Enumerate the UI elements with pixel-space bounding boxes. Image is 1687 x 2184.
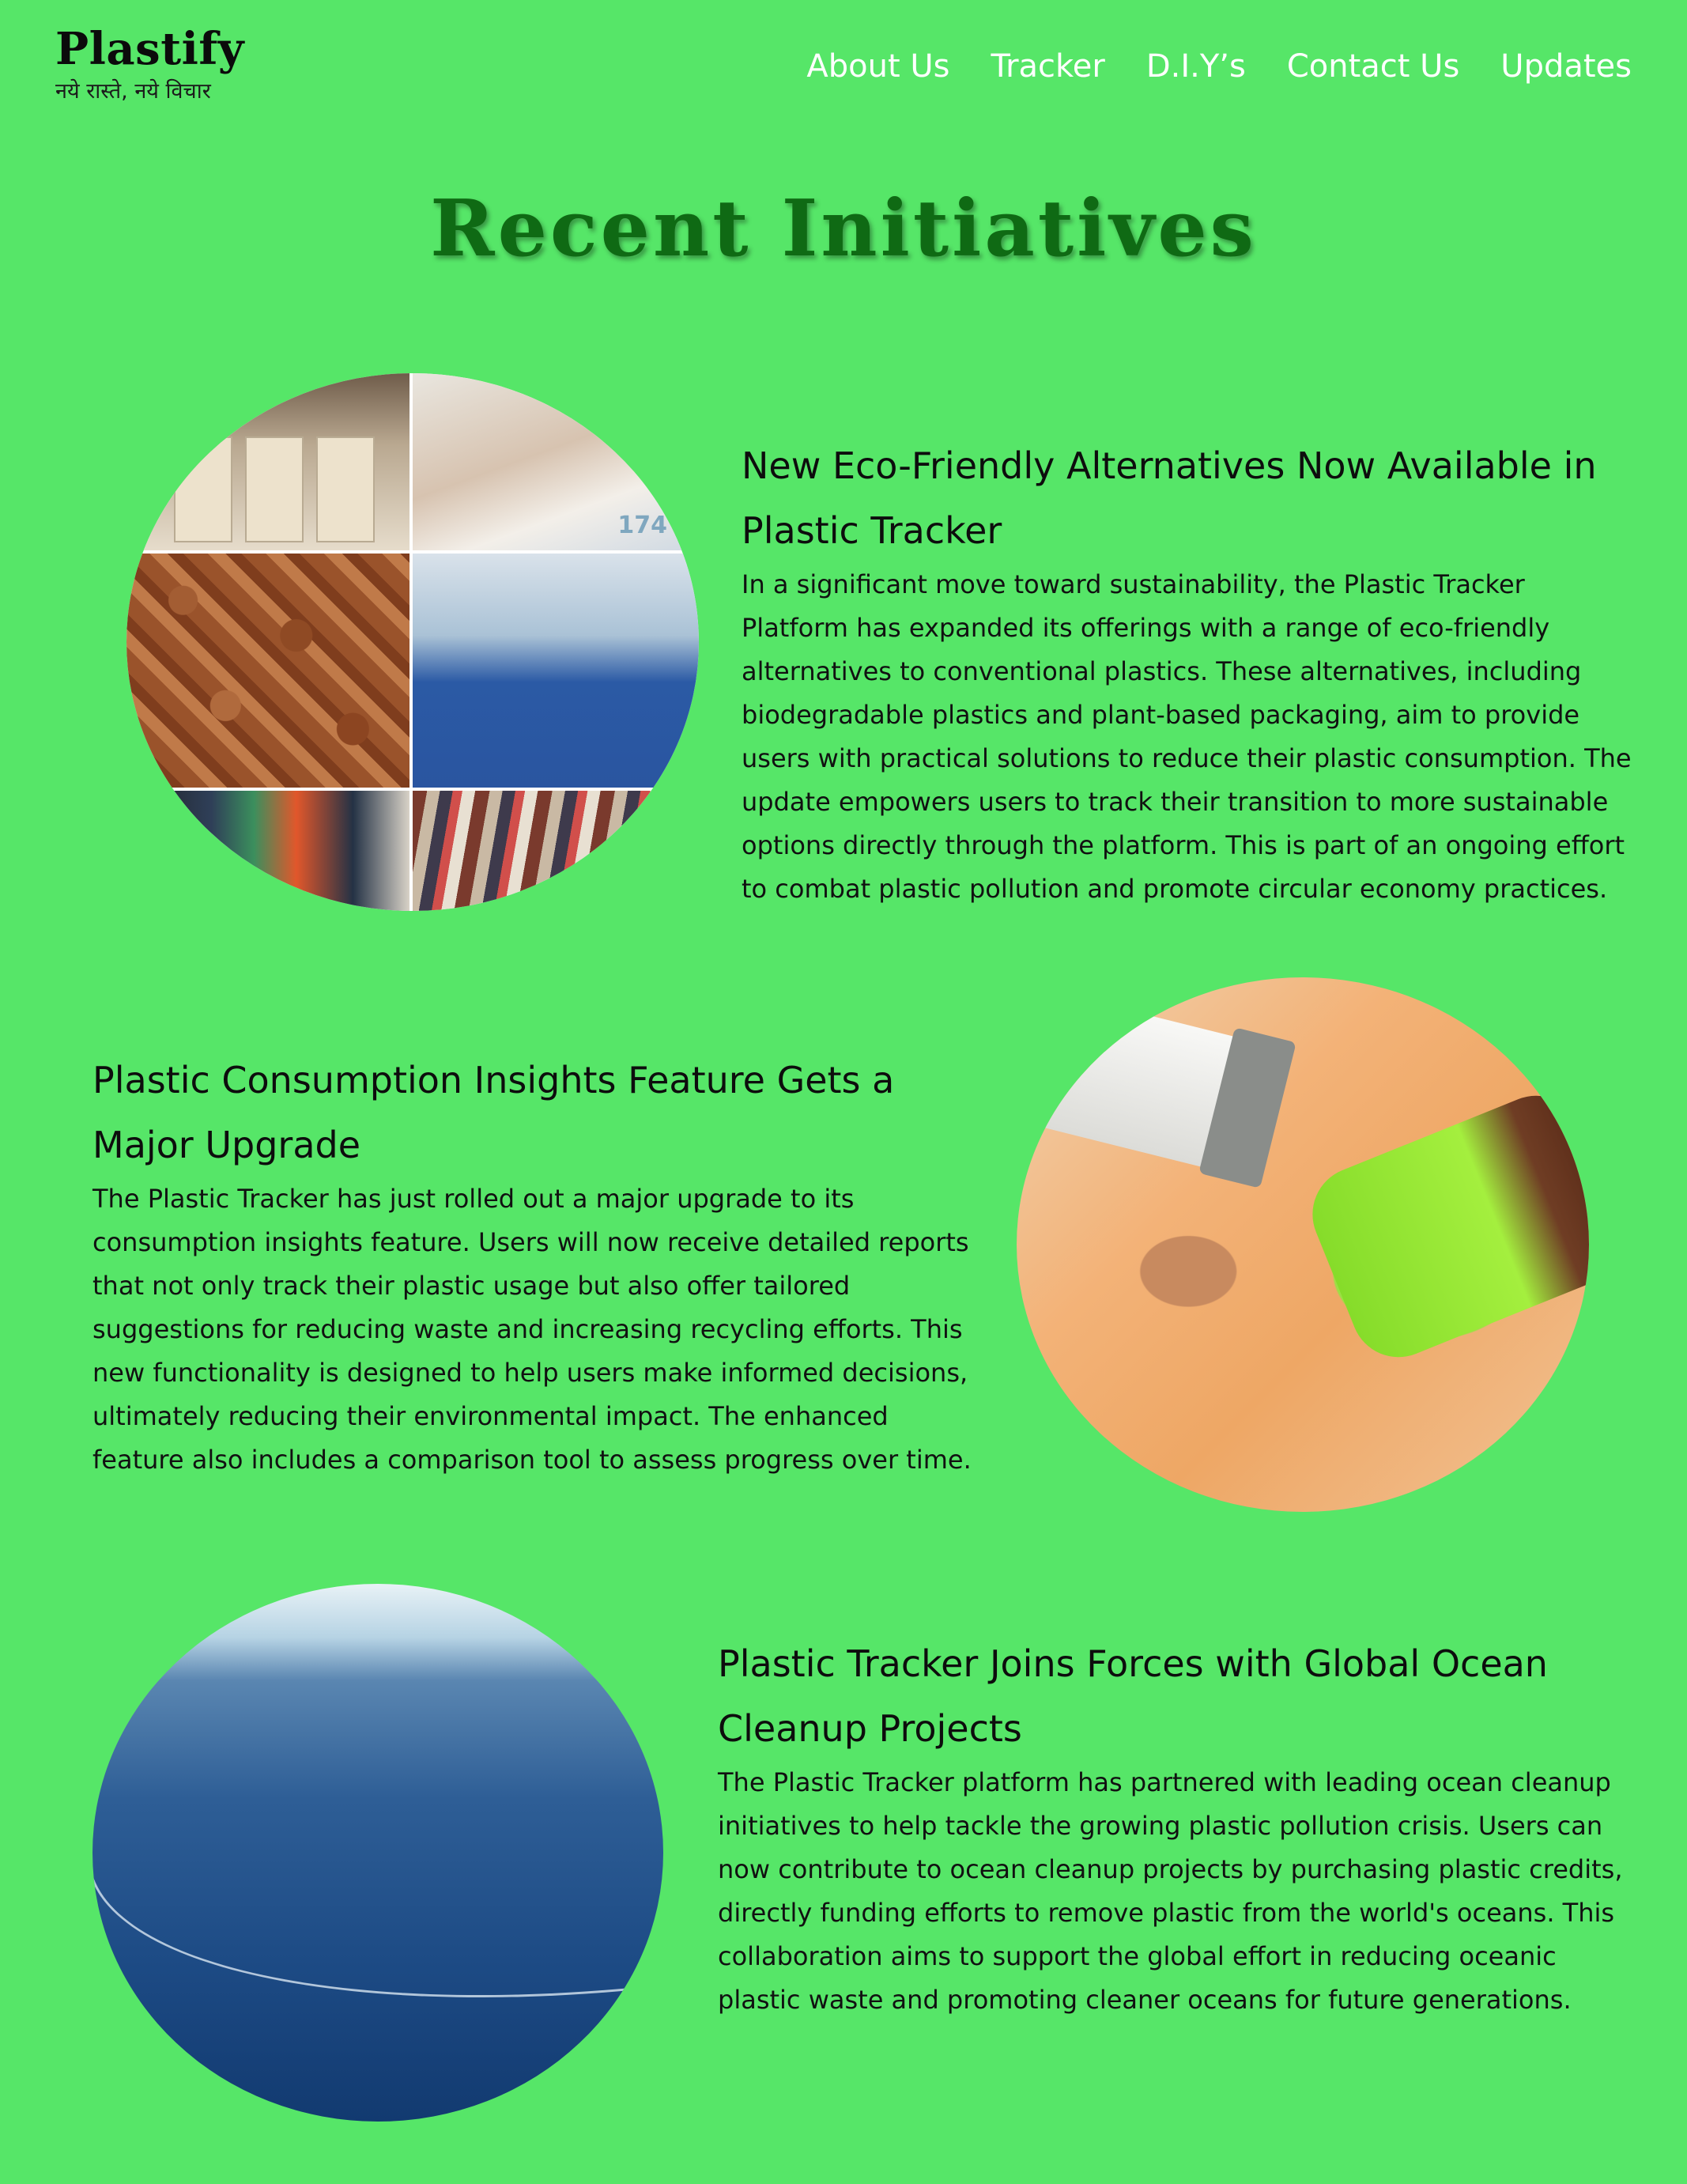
brand-logo[interactable]: Plastify bbox=[55, 21, 244, 77]
nav-item-diys[interactable]: D.I.Y’s bbox=[1146, 41, 1246, 92]
article-title[interactable]: New Eco-Friendly Alternatives Now Availa… bbox=[742, 433, 1638, 563]
baby-diaper-photo: 174 bbox=[413, 373, 699, 550]
brand-tagline: नये रास्ते, नये विचार bbox=[55, 79, 211, 104]
bottle-shape bbox=[1298, 1081, 1589, 1372]
page-title: Recent Initiatives bbox=[430, 183, 1257, 274]
store-shelf-photo bbox=[126, 791, 409, 911]
article-body: The Plastic Tracker has just rolled out … bbox=[92, 1184, 972, 1475]
article-body: The Plastic Tracker platform has partner… bbox=[718, 1767, 1623, 2015]
article-ocean-cleanup: Plastic Tracker Joins Forces with Global… bbox=[718, 1631, 1627, 2022]
clothing-rack-photo bbox=[413, 791, 699, 911]
recycling-bin-photo bbox=[413, 554, 699, 788]
nav-item-updates[interactable]: Updates bbox=[1500, 41, 1632, 92]
article-title[interactable]: Plastic Consumption Insights Feature Get… bbox=[92, 1048, 986, 1177]
cleanup-boom-shape bbox=[92, 1779, 663, 2065]
image-number-label: 174 bbox=[617, 512, 667, 539]
tote-bags-photo bbox=[126, 373, 409, 550]
article-body: In a significant move toward sustainabil… bbox=[742, 569, 1632, 904]
article-title[interactable]: Plastic Tracker Joins Forces with Global… bbox=[718, 1631, 1627, 1761]
barcode-scanner-image bbox=[1017, 977, 1589, 1512]
nav-item-tracker[interactable]: Tracker bbox=[991, 41, 1105, 92]
almonds-photo bbox=[126, 554, 409, 788]
eco-alternatives-collage-image: 174 bbox=[126, 373, 699, 911]
main-nav: About Us Tracker D.I.Y’s Contact Us Upda… bbox=[806, 41, 1632, 92]
brand[interactable]: Plastify नये रास्ते, नये विचार bbox=[55, 21, 244, 106]
nav-item-contact-us[interactable]: Contact Us bbox=[1287, 41, 1459, 92]
ocean-cleanup-image bbox=[92, 1584, 663, 2122]
nav-item-about-us[interactable]: About Us bbox=[806, 41, 949, 92]
article-eco-alternatives: New Eco-Friendly Alternatives Now Availa… bbox=[742, 433, 1638, 911]
article-consumption-insights: Plastic Consumption Insights Feature Get… bbox=[92, 1048, 986, 1482]
